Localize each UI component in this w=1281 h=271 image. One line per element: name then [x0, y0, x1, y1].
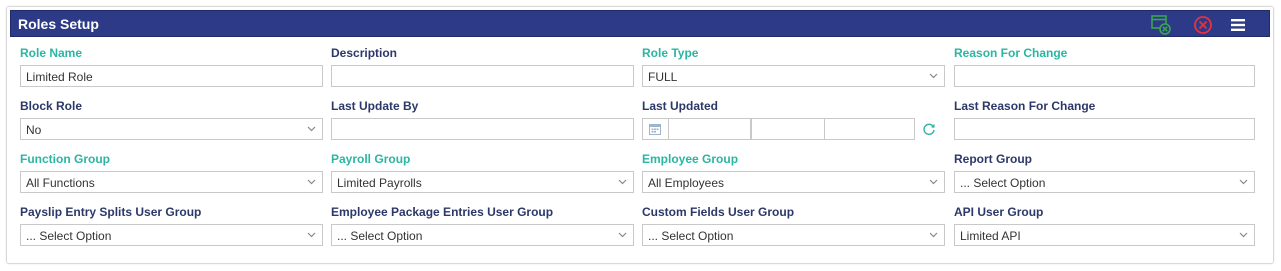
reason-for-change-label: Reason For Change — [954, 46, 1068, 60]
report-group-select[interactable]: ... Select Option — [954, 171, 1255, 193]
panel-header: Roles Setup — [10, 10, 1270, 37]
last-update-by-label: Last Update By — [331, 99, 419, 113]
description-input[interactable] — [331, 65, 634, 87]
chevron-down-icon — [1232, 172, 1254, 192]
last-updated-datetime — [642, 118, 915, 140]
employee-package-entries-user-group-select[interactable]: ... Select Option — [331, 224, 634, 246]
chevron-down-icon — [300, 119, 322, 139]
chevron-down-icon — [1232, 225, 1254, 245]
custom-fields-user-group-label: Custom Fields User Group — [642, 205, 795, 219]
report-group-value: ... Select Option — [960, 176, 1046, 190]
page-title: Roles Setup — [18, 16, 99, 32]
payroll-group-value: Limited Payrolls — [337, 176, 422, 190]
payroll-group-select[interactable]: Limited Payrolls — [331, 171, 634, 193]
report-group-label: Report Group — [954, 152, 1032, 166]
last-update-by-input — [331, 118, 634, 140]
chevron-down-icon — [611, 225, 633, 245]
close-circle-icon[interactable] — [1191, 14, 1215, 36]
chevron-down-icon — [922, 225, 944, 245]
api-user-group-label: API User Group — [954, 205, 1044, 219]
employee-group-value: All Employees — [648, 176, 725, 190]
last-reason-for-change-input — [954, 118, 1255, 140]
custom-fields-user-group-select[interactable]: ... Select Option — [642, 224, 945, 246]
hamburger-menu-icon[interactable] — [1227, 14, 1249, 36]
block-role-value: No — [26, 123, 42, 137]
save-new-icon[interactable] — [1149, 14, 1173, 36]
employee-group-label: Employee Group — [642, 152, 739, 166]
payslip-entry-splits-user-group-label: Payslip Entry Splits User Group — [20, 205, 202, 219]
last-reason-for-change-label: Last Reason For Change — [954, 99, 1096, 113]
role-name-label: Role Name — [20, 46, 83, 60]
payslip-entry-splits-user-group-value: ... Select Option — [26, 229, 112, 243]
employee-package-entries-user-group-value: ... Select Option — [337, 229, 423, 243]
role-name-input[interactable]: Limited Role — [20, 65, 323, 87]
description-label: Description — [331, 46, 398, 60]
api-user-group-value: Limited API — [960, 229, 1021, 243]
payslip-entry-splits-user-group-select[interactable]: ... Select Option — [20, 224, 323, 246]
time-field-hours — [751, 118, 825, 140]
function-group-label: Function Group — [20, 152, 110, 166]
function-group-select[interactable]: All Functions — [20, 171, 323, 193]
api-user-group-select[interactable]: Limited API — [954, 224, 1255, 246]
refresh-icon[interactable] — [922, 122, 936, 136]
chevron-down-icon — [300, 225, 322, 245]
role-type-label: Role Type — [642, 46, 699, 60]
chevron-down-icon — [300, 172, 322, 192]
employee-package-entries-user-group-label: Employee Package Entries User Group — [331, 205, 554, 219]
date-field — [668, 118, 751, 140]
block-role-select[interactable]: No — [20, 118, 323, 140]
time-field-minutes — [824, 118, 915, 140]
block-role-label: Block Role — [20, 99, 83, 113]
payroll-group-label: Payroll Group — [331, 152, 411, 166]
employee-group-select[interactable]: All Employees — [642, 171, 945, 193]
reason-for-change-input[interactable] — [954, 65, 1255, 87]
chevron-down-icon — [922, 66, 944, 86]
last-updated-label: Last Updated — [642, 99, 719, 113]
calendar-icon[interactable] — [649, 123, 661, 135]
function-group-value: All Functions — [26, 176, 95, 190]
role-type-select[interactable]: FULL — [642, 65, 945, 87]
custom-fields-user-group-value: ... Select Option — [648, 229, 734, 243]
chevron-down-icon — [922, 172, 944, 192]
chevron-down-icon — [611, 172, 633, 192]
role-type-value: FULL — [648, 70, 678, 84]
